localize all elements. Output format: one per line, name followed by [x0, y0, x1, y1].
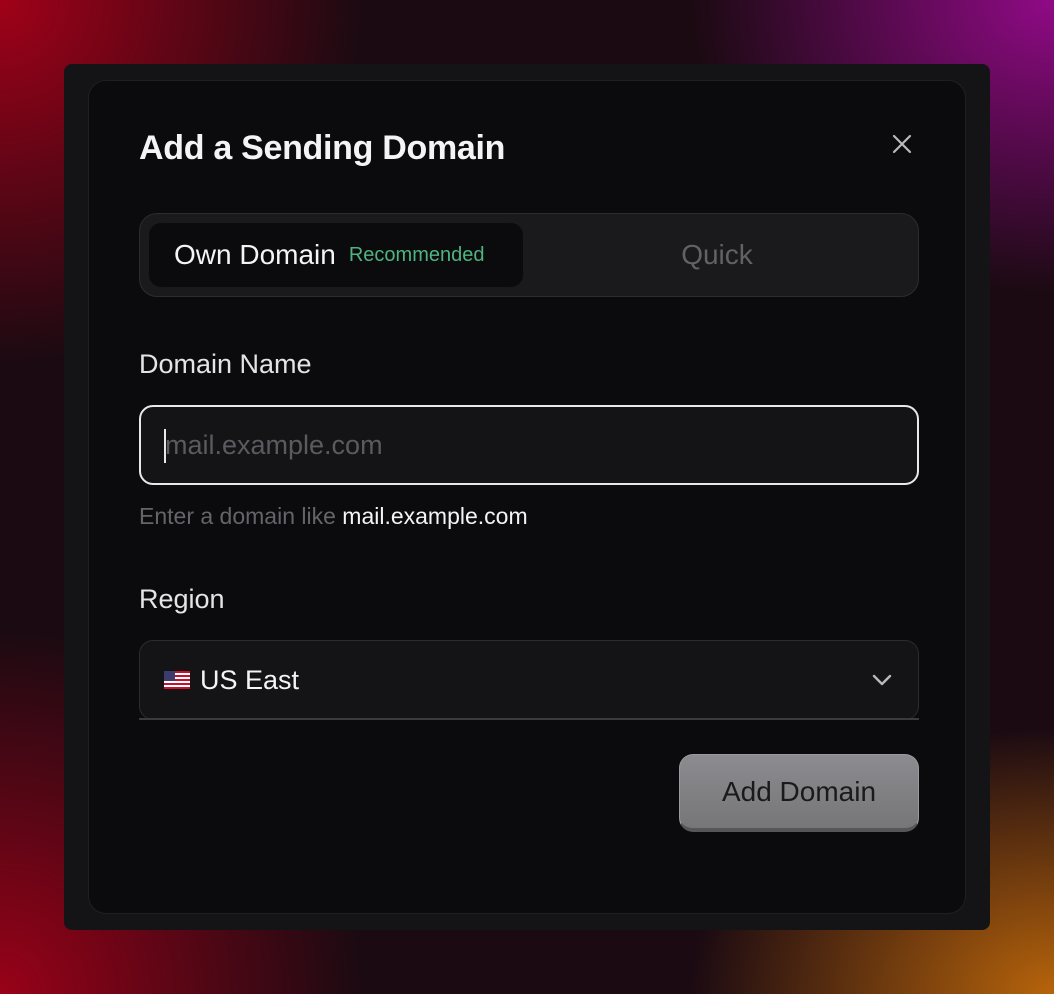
- domain-hint-example: mail.example.com: [342, 503, 528, 529]
- region-selected-value: US East: [200, 664, 300, 695]
- tab-own-domain[interactable]: Own Domain Recommended: [149, 223, 523, 287]
- dialog-title: Add a Sending Domain: [139, 129, 506, 167]
- chevron-down-icon: [870, 668, 894, 692]
- region-label: Region: [139, 584, 225, 614]
- close-button[interactable]: [887, 129, 917, 159]
- region-divider: [139, 718, 919, 720]
- add-domain-dialog: Add a Sending Domain Own Domain Recommen…: [88, 80, 966, 914]
- us-flag-icon: [164, 671, 190, 689]
- domain-type-tabs: Own Domain Recommended Quick: [139, 213, 919, 297]
- text-cursor: [164, 429, 166, 463]
- recommended-badge: Recommended: [348, 243, 485, 266]
- tab-quick[interactable]: Quick: [523, 223, 911, 287]
- add-domain-button[interactable]: Add Domain: [679, 754, 919, 832]
- close-icon: [892, 134, 912, 154]
- region-select[interactable]: US East: [139, 640, 919, 720]
- domain-name-label: Domain Name: [139, 349, 312, 379]
- domain-name-input[interactable]: [139, 405, 919, 485]
- tab-own-domain-label: Own Domain: [174, 239, 336, 270]
- domain-hint: Enter a domain like mail.example.com: [139, 503, 528, 530]
- domain-hint-prefix: Enter a domain like: [139, 503, 336, 529]
